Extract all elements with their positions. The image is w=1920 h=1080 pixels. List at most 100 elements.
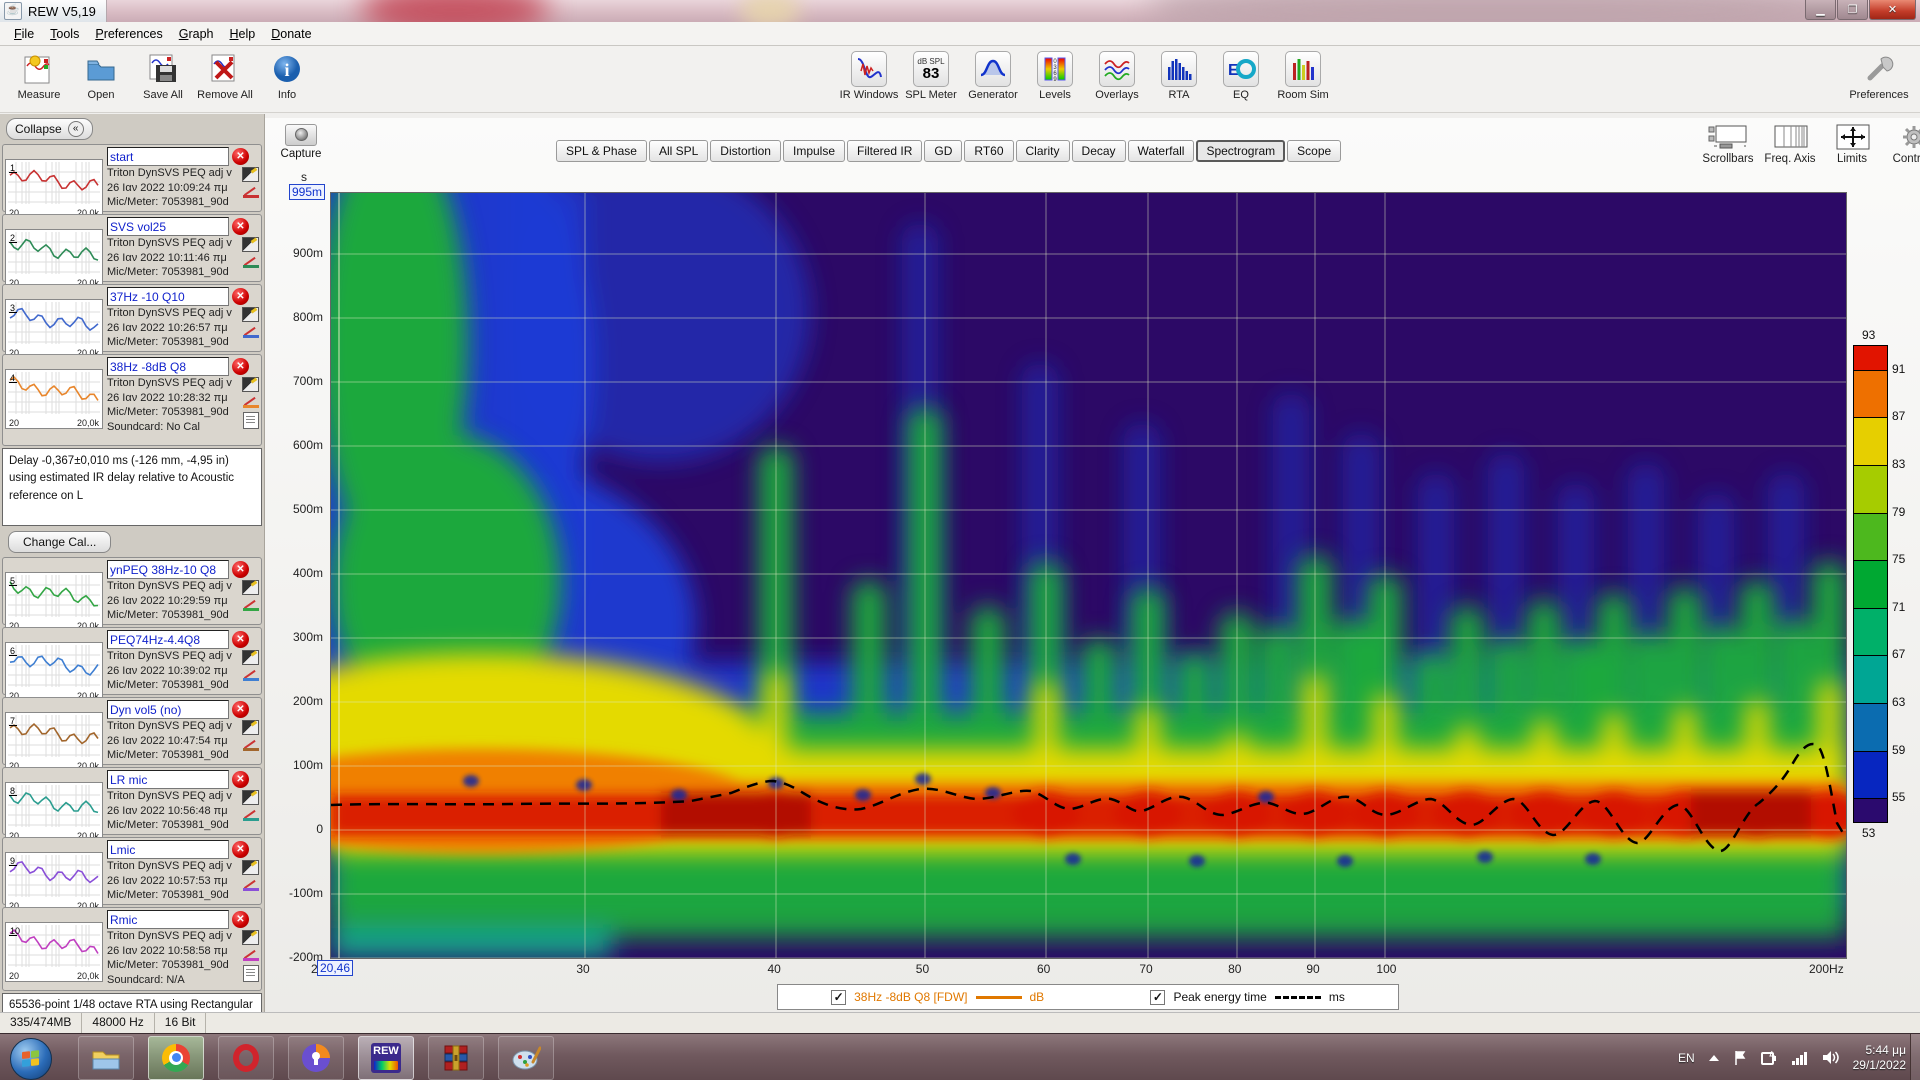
freq-axis-button[interactable]: Freq. Axis <box>1759 124 1821 165</box>
tab-spl-phase[interactable]: SPL & Phase <box>556 140 647 162</box>
trace-style-icon[interactable] <box>242 599 259 611</box>
delete-measurement-button[interactable]: ✕ <box>232 701 249 718</box>
title-bar[interactable]: ☕ REW V5,19 ▁ ❐ ✕ <box>0 0 1920 23</box>
menu-tools[interactable]: Tools <box>42 24 87 44</box>
taskbar-explorer-button[interactable] <box>78 1035 134 1080</box>
measurement-panel[interactable]: 82020,0k ✕Triton DynSVS PEQ adj v 26 Ιαν 2… <box>2 767 262 842</box>
measurement-thumbnail[interactable]: 6 20 20,0k <box>5 630 103 702</box>
delete-measurement-button[interactable]: ✕ <box>232 358 249 375</box>
delete-measurement-button[interactable]: ✕ <box>232 771 249 788</box>
trace-style-icon[interactable] <box>242 809 259 821</box>
measurement-thumbnail[interactable]: 4 20 20,0k <box>5 357 103 443</box>
measurement-panel[interactable]: 62020,0k ✕Triton DynSVS PEQ adj v 26 Ιαν 2… <box>2 627 262 702</box>
info-button[interactable]: i Info <box>256 49 318 101</box>
peak-energy-checkbox[interactable]: ✓ <box>1150 989 1166 1005</box>
measurement-panel[interactable]: 10 20 20,0k ✕Triton DynSVS PEQ adj v 26 Ιαν … <box>2 907 262 991</box>
tab-impulse[interactable]: Impulse <box>782 140 846 162</box>
taskbar-opera-button[interactable] <box>218 1035 274 1080</box>
edit-notes-icon[interactable] <box>242 307 259 322</box>
trace-style-icon[interactable] <box>242 256 259 268</box>
power-icon[interactable] <box>1760 1050 1778 1066</box>
measurement-thumbnail[interactable]: 8 20 20,0k <box>5 770 103 842</box>
measurement-name-input[interactable] <box>107 770 229 789</box>
collapse-button[interactable]: Collapse « <box>6 118 93 140</box>
controls-button[interactable]: Controls <box>1883 124 1920 165</box>
edit-notes-icon[interactable] <box>242 237 259 252</box>
delete-measurement-button[interactable]: ✕ <box>232 631 249 648</box>
measurement-thumbnail[interactable]: 1 20 20,0k <box>5 147 103 219</box>
delete-measurement-button[interactable]: ✕ <box>232 911 249 928</box>
measurement-panel[interactable]: 12020,0k ✕Triton DynSVS PEQ adj v 26 Ιαν 2… <box>2 144 262 219</box>
edit-notes-icon[interactable] <box>242 930 259 945</box>
tab-gd[interactable]: GD <box>924 140 963 162</box>
preferences-button[interactable]: Preferences <box>1848 49 1910 101</box>
notes-page-icon[interactable] <box>242 965 259 982</box>
tray-expand-icon[interactable] <box>1708 1054 1720 1062</box>
capture-button[interactable]: Capture <box>273 124 329 160</box>
trace-style-icon[interactable] <box>242 879 259 891</box>
edit-notes-icon[interactable] <box>242 790 259 805</box>
measurement-name-input[interactable] <box>107 910 229 929</box>
taskbar-rew-button[interactable]: REW <box>358 1035 414 1080</box>
taskbar-chrome-button[interactable] <box>148 1035 204 1080</box>
delete-measurement-button[interactable]: ✕ <box>232 218 249 235</box>
edit-notes-icon[interactable] <box>242 860 259 875</box>
room-sim-button[interactable]: Room Sim <box>1272 49 1334 101</box>
measurement-name-input[interactable] <box>107 217 229 236</box>
measurement-name-input[interactable] <box>107 700 229 719</box>
taskbar-winrar-button[interactable] <box>428 1035 484 1080</box>
scrollbars-button[interactable]: Scrollbars <box>1697 124 1759 165</box>
minimize-button[interactable]: ▁ <box>1805 0 1836 20</box>
menu-help[interactable]: Help <box>222 24 264 44</box>
measurement-name-input[interactable] <box>107 630 229 649</box>
edit-notes-icon[interactable] <box>242 650 259 665</box>
show-desktop-button[interactable] <box>1910 1034 1920 1080</box>
tab-waterfall[interactable]: Waterfall <box>1127 140 1195 162</box>
delete-measurement-button[interactable]: ✕ <box>232 841 249 858</box>
trace-style-icon[interactable] <box>242 669 259 681</box>
open-button[interactable]: Open <box>70 49 132 101</box>
action-center-flag-icon[interactable] <box>1733 1050 1747 1066</box>
tab-filtered-ir[interactable]: Filtered IR <box>847 140 923 162</box>
delete-measurement-button[interactable]: ✕ <box>232 561 249 578</box>
spectrogram-plot[interactable] <box>330 192 1847 959</box>
menu-graph[interactable]: Graph <box>171 24 222 44</box>
taskbar-secure-browser-button[interactable] <box>288 1035 344 1080</box>
measurement-panel[interactable]: 4 20 20,0k ✕Triton DynSVS PEQ adj v 26 Ιαν 2… <box>2 354 262 446</box>
measurement-name-input[interactable] <box>107 357 229 376</box>
close-button[interactable]: ✕ <box>1869 0 1916 20</box>
overlays-button[interactable]: Overlays <box>1086 49 1148 101</box>
measurement-panel[interactable]: 72020,0k ✕Triton DynSVS PEQ adj v 26 Ιαν 2… <box>2 697 262 772</box>
measurement-name-input[interactable] <box>107 147 229 166</box>
menu-donate[interactable]: Donate <box>263 24 319 44</box>
trace-style-icon[interactable] <box>242 739 259 751</box>
trace-checkbox[interactable]: ✓ <box>831 989 847 1005</box>
volume-icon[interactable] <box>1822 1050 1840 1065</box>
delete-measurement-button[interactable]: ✕ <box>232 288 249 305</box>
measurement-panel[interactable]: 22020,0k ✕Triton DynSVS PEQ adj v 26 Ιαν 2… <box>2 214 262 289</box>
taskbar-clock[interactable]: 5:44 μμ 29/1/2022 <box>1853 1043 1906 1073</box>
tab-scope[interactable]: Scope <box>1287 140 1342 162</box>
measurement-name-input[interactable] <box>107 287 229 306</box>
tab-distortion[interactable]: Distortion <box>710 140 781 162</box>
save-all-button[interactable]: Save All <box>132 49 194 101</box>
edit-notes-icon[interactable] <box>242 580 259 595</box>
measurement-thumbnail[interactable]: 2 20 20,0k <box>5 217 103 289</box>
notes-page-icon[interactable] <box>242 412 259 429</box>
measurement-thumbnail[interactable]: 7 20 20,0k <box>5 700 103 772</box>
menu-file[interactable]: File <box>6 24 42 44</box>
measure-button[interactable]: Measure <box>8 49 70 101</box>
spl-meter-button[interactable]: dB SPL 83 SPL Meter <box>900 49 962 101</box>
maximize-button[interactable]: ❐ <box>1837 0 1868 20</box>
measurement-thumbnail[interactable]: 10 20 20,0k <box>5 910 103 988</box>
tab-spectrogram[interactable]: Spectrogram <box>1196 140 1286 162</box>
delete-measurement-button[interactable]: ✕ <box>232 148 249 165</box>
tab-rt60[interactable]: RT60 <box>964 140 1014 162</box>
measurement-thumbnail[interactable]: 9 20 20,0k <box>5 840 103 912</box>
trace-style-icon[interactable] <box>242 396 259 408</box>
measurement-name-input[interactable] <box>107 560 229 579</box>
edit-notes-icon[interactable] <box>242 377 259 392</box>
remove-all-button[interactable]: Remove All <box>194 49 256 101</box>
limits-button[interactable]: Limits <box>1821 124 1883 165</box>
edit-notes-icon[interactable] <box>242 167 259 182</box>
